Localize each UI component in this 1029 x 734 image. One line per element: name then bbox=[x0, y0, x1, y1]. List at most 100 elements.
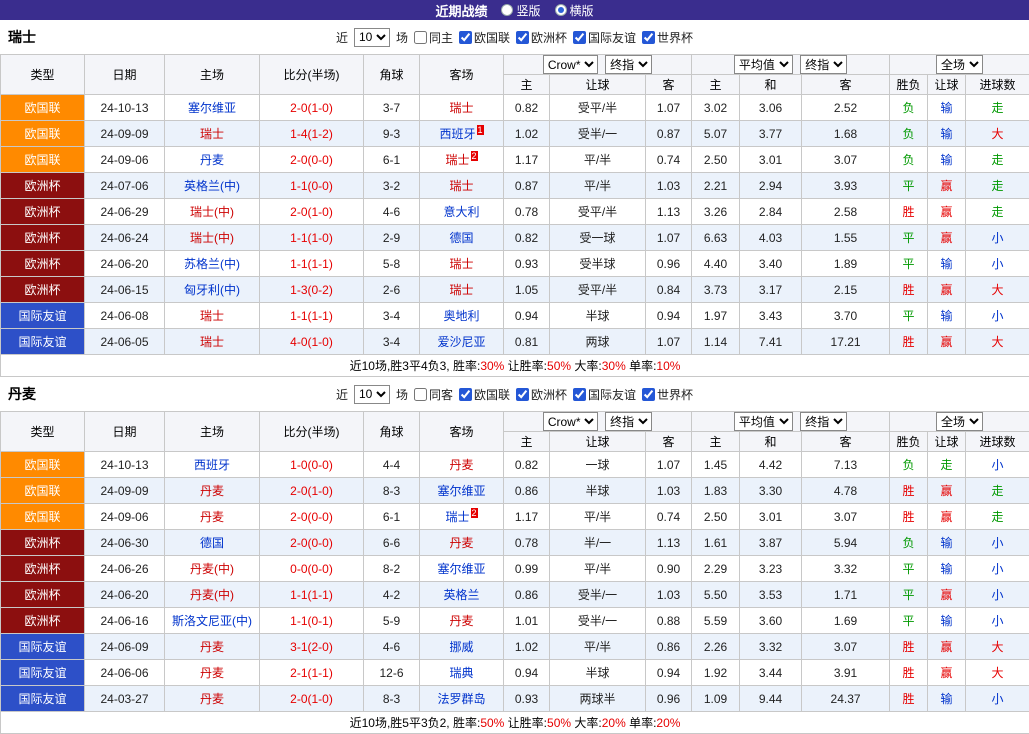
team-link[interactable]: 瑞士 bbox=[449, 101, 473, 115]
match-count-select[interactable]: 10 bbox=[354, 28, 390, 47]
filter-controls: 近 10 场 同主 欧国联 欧洲杯 国际友谊 世界杯 bbox=[336, 28, 693, 47]
team-link[interactable]: 瑞士 bbox=[445, 153, 469, 167]
league-filter[interactable]: 欧洲杯 bbox=[516, 386, 567, 403]
team-link[interactable]: 英格兰 bbox=[443, 588, 479, 602]
radio-vertical-label: 竖版 bbox=[516, 2, 540, 19]
team-link[interactable]: 丹麦 bbox=[200, 666, 224, 680]
team-link[interactable]: 塞尔维亚 bbox=[188, 101, 236, 115]
team-link[interactable]: 瑞士 bbox=[445, 510, 469, 524]
team-link[interactable]: 苏格兰(中) bbox=[184, 257, 240, 271]
league-filter[interactable]: 世界杯 bbox=[642, 386, 693, 403]
team-link[interactable]: 挪威 bbox=[449, 640, 473, 654]
team-link[interactable]: 瑞士 bbox=[449, 179, 473, 193]
league-filter[interactable]: 国际友谊 bbox=[573, 29, 636, 46]
team-link[interactable]: 瑞士 bbox=[200, 309, 224, 323]
goals-result-cell: 小 bbox=[966, 686, 1029, 712]
same-venue-checkbox[interactable] bbox=[414, 388, 427, 401]
team-link[interactable]: 德国 bbox=[449, 231, 473, 245]
team-link[interactable]: 西班牙 bbox=[194, 458, 230, 472]
team-link[interactable]: 丹麦 bbox=[449, 536, 473, 550]
team-link[interactable]: 塞尔维亚 bbox=[437, 562, 485, 576]
league-filter[interactable]: 欧国联 bbox=[459, 29, 510, 46]
fulltime-select[interactable]: 全场 bbox=[936, 412, 983, 431]
corner-cell: 8-3 bbox=[364, 478, 420, 504]
league-checkbox[interactable] bbox=[573, 31, 586, 44]
average-select[interactable]: 平均值 bbox=[734, 55, 793, 74]
avg-stage-select[interactable]: 终指 bbox=[800, 412, 847, 431]
team-link[interactable]: 斯洛文尼亚(中) bbox=[172, 614, 252, 628]
team-link[interactable]: 丹麦 bbox=[449, 614, 473, 628]
bookmaker-select[interactable]: Crow* bbox=[543, 412, 598, 431]
team-link[interactable]: 意大利 bbox=[443, 205, 479, 219]
team-link[interactable]: 丹麦 bbox=[200, 153, 224, 167]
radio-horizontal-icon[interactable] bbox=[555, 4, 567, 16]
subcol-home-odds: 主 bbox=[504, 75, 550, 95]
team-link[interactable]: 德国 bbox=[200, 536, 224, 550]
same-venue-checkbox[interactable] bbox=[414, 31, 427, 44]
goals-result-cell: 小 bbox=[966, 582, 1029, 608]
summary-stat-label: 让胜率: bbox=[504, 359, 547, 373]
team-link[interactable]: 奥地利 bbox=[443, 309, 479, 323]
team-link[interactable]: 丹麦 bbox=[200, 692, 224, 706]
league-checkbox[interactable] bbox=[642, 388, 655, 401]
team-link[interactable]: 丹麦(中) bbox=[190, 562, 234, 576]
team-link[interactable]: 丹麦 bbox=[200, 484, 224, 498]
fulltime-select[interactable]: 全场 bbox=[936, 55, 983, 74]
team-link[interactable]: 瑞士 bbox=[449, 257, 473, 271]
match-row: 欧洲杯24-06-15匈牙利(中)1-3(0-2)2-6瑞士1.05受平/半0.… bbox=[1, 277, 1029, 303]
team-link[interactable]: 丹麦 bbox=[200, 510, 224, 524]
league-checkbox[interactable] bbox=[573, 388, 586, 401]
team-link[interactable]: 丹麦 bbox=[449, 458, 473, 472]
league-label: 欧国联 bbox=[474, 29, 510, 46]
team-link[interactable]: 爱沙尼亚 bbox=[437, 335, 485, 349]
team-link[interactable]: 塞尔维亚 bbox=[437, 484, 485, 498]
radio-vertical-icon[interactable] bbox=[501, 4, 513, 16]
layout-option-horizontal[interactable]: 横版 bbox=[555, 2, 594, 19]
bookmaker-select[interactable]: Crow* bbox=[543, 55, 598, 74]
league-filter[interactable]: 国际友谊 bbox=[573, 386, 636, 403]
team-link[interactable]: 瑞士(中) bbox=[190, 231, 234, 245]
league-filter[interactable]: 欧洲杯 bbox=[516, 29, 567, 46]
league-checkbox[interactable] bbox=[642, 31, 655, 44]
team-link[interactable]: 英格兰(中) bbox=[184, 179, 240, 193]
team-link[interactable]: 丹麦 bbox=[200, 640, 224, 654]
average-select[interactable]: 平均值 bbox=[734, 412, 793, 431]
subcol-handicap: 让球 bbox=[550, 432, 646, 452]
summary-stat-value: 10% bbox=[656, 359, 680, 373]
league-checkbox[interactable] bbox=[516, 31, 529, 44]
odds-stage-select[interactable]: 终指 bbox=[605, 412, 652, 431]
team-link[interactable]: 匈牙利(中) bbox=[184, 283, 240, 297]
team-link[interactable]: 西班牙 bbox=[439, 127, 475, 141]
home-team-cell: 瑞士(中) bbox=[165, 199, 260, 225]
away-team-cell: 挪威 bbox=[420, 634, 504, 660]
handicap-line: 平/半 bbox=[550, 556, 646, 582]
league-filter[interactable]: 欧国联 bbox=[459, 386, 510, 403]
team-link[interactable]: 丹麦(中) bbox=[190, 588, 234, 602]
team-link[interactable]: 瑞士(中) bbox=[190, 205, 234, 219]
same-venue-filter[interactable]: 同客 bbox=[414, 386, 453, 403]
goals-result-cell: 大 bbox=[966, 660, 1029, 686]
match-count-select[interactable]: 10 bbox=[354, 385, 390, 404]
summary-row: 近10场,胜3平4负3, 胜率:30% 让胜率:50% 大率:30% 单率:10… bbox=[1, 355, 1029, 377]
score-cell: 4-0(1-0) bbox=[260, 329, 364, 355]
corner-cell: 3-4 bbox=[364, 329, 420, 355]
avg-stage-select[interactable]: 终指 bbox=[800, 55, 847, 74]
same-venue-filter[interactable]: 同主 bbox=[414, 29, 453, 46]
layout-option-vertical[interactable]: 竖版 bbox=[501, 2, 540, 19]
team-link[interactable]: 瑞士 bbox=[200, 127, 224, 141]
col-corner: 角球 bbox=[364, 412, 420, 452]
team-link[interactable]: 瑞典 bbox=[449, 666, 473, 680]
team-link[interactable]: 瑞士 bbox=[200, 335, 224, 349]
league-checkbox[interactable] bbox=[459, 388, 472, 401]
league-filter[interactable]: 世界杯 bbox=[642, 29, 693, 46]
team-link[interactable]: 法罗群岛 bbox=[437, 692, 485, 706]
subcol-handicap-result: 让球 bbox=[928, 75, 966, 95]
team-link[interactable]: 瑞士 bbox=[449, 283, 473, 297]
match-row: 欧洲杯24-06-20苏格兰(中)1-1(1-1)5-8瑞士0.93受半球0.9… bbox=[1, 251, 1029, 277]
odds-stage-select[interactable]: 终指 bbox=[605, 55, 652, 74]
match-row: 欧洲杯24-06-29瑞士(中)2-0(1-0)4-6意大利0.78受平/半1.… bbox=[1, 199, 1029, 225]
handicap-result-cell: 赢 bbox=[928, 634, 966, 660]
league-checkbox[interactable] bbox=[459, 31, 472, 44]
league-checkbox[interactable] bbox=[516, 388, 529, 401]
away-odds: 0.94 bbox=[646, 660, 692, 686]
